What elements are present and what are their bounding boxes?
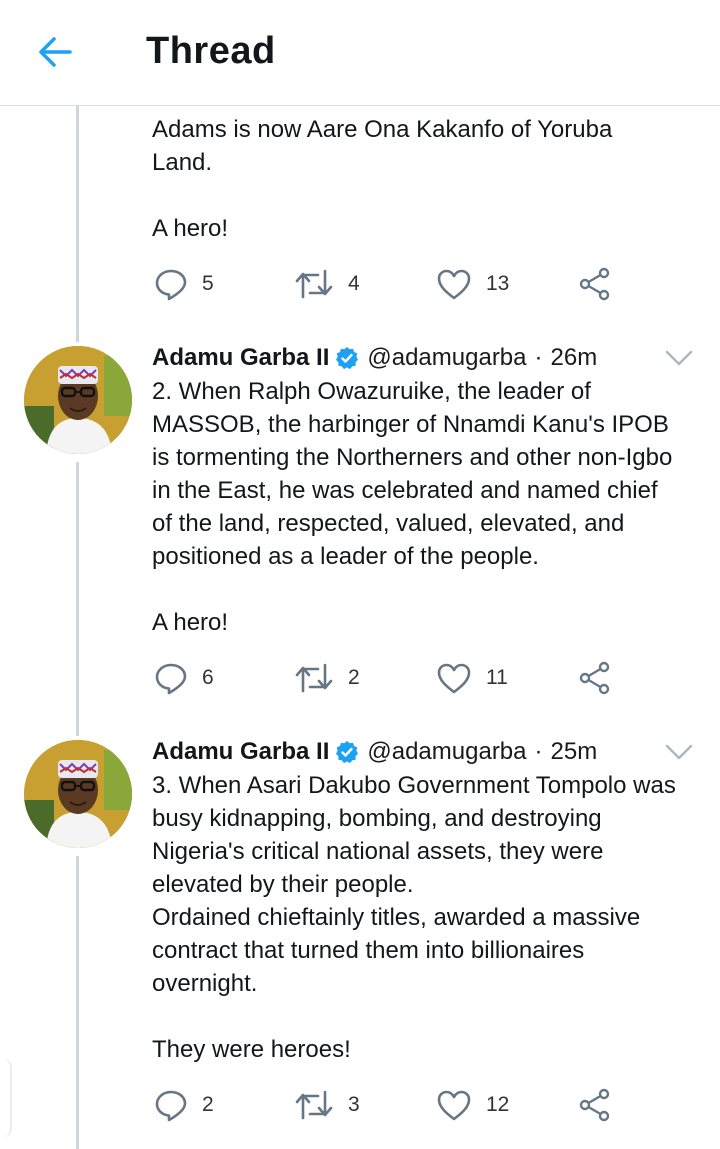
timestamp[interactable]: 26m bbox=[551, 344, 598, 372]
like-count: 13 bbox=[486, 272, 510, 295]
tweet-actions: 5 4 13 bbox=[152, 264, 672, 304]
heart-icon bbox=[437, 269, 471, 300]
retweet-count: 2 bbox=[348, 666, 360, 689]
share-icon bbox=[579, 267, 610, 301]
reply-bubble-icon bbox=[155, 1090, 187, 1122]
tweet-actions: 6 2 11 bbox=[152, 658, 672, 698]
tweet-text: Adams is now Aare Ona Kakanfo of Yoruba … bbox=[152, 116, 613, 242]
like-count: 12 bbox=[486, 1093, 510, 1116]
chevron-down-icon[interactable] bbox=[664, 348, 694, 368]
retweet-icon bbox=[295, 663, 333, 693]
thread-connector bbox=[76, 106, 79, 342]
share-icon bbox=[579, 661, 610, 695]
like-button[interactable]: 13 bbox=[436, 264, 509, 304]
share-icon bbox=[579, 1088, 610, 1122]
separator: · bbox=[534, 344, 543, 371]
reply-count: 6 bbox=[202, 666, 214, 689]
thread-connector bbox=[76, 856, 79, 1149]
retweet-button[interactable]: 3 bbox=[294, 1085, 360, 1125]
back-button[interactable] bbox=[36, 32, 76, 72]
retweet-button[interactable]: 4 bbox=[294, 264, 360, 304]
arrow-left-icon bbox=[39, 37, 72, 67]
tweet-header: Adamu Garba II @adamugarba · 25m bbox=[152, 735, 707, 769]
retweet-button[interactable]: 2 bbox=[294, 658, 360, 698]
separator: · bbox=[534, 738, 543, 765]
like-button[interactable]: 12 bbox=[436, 1085, 509, 1125]
timestamp[interactable]: 25m bbox=[551, 738, 598, 766]
author-handle[interactable]: @adamugarba bbox=[367, 738, 526, 766]
avatar-image bbox=[24, 740, 132, 848]
retweet-count: 3 bbox=[348, 1093, 360, 1116]
verified-badge-icon bbox=[336, 347, 359, 370]
retweet-icon bbox=[295, 1090, 333, 1120]
tweet-actions: 2 3 12 bbox=[152, 1085, 672, 1125]
avatar-image bbox=[24, 346, 132, 454]
tweet-text: 3. When Asari Dakubo Government Tompolo … bbox=[152, 772, 676, 1063]
verified-badge-icon bbox=[336, 741, 359, 764]
reply-button[interactable]: 2 bbox=[154, 1085, 214, 1125]
avatar[interactable] bbox=[24, 740, 132, 848]
reply-bubble-icon bbox=[155, 269, 187, 301]
author-handle[interactable]: @adamugarba bbox=[367, 344, 526, 372]
tweet-text: 2. When Ralph Owazuruike, the leader of … bbox=[152, 378, 673, 636]
share-button[interactable] bbox=[578, 658, 612, 698]
page-title: Thread bbox=[146, 30, 276, 72]
reply-button[interactable]: 5 bbox=[154, 264, 214, 304]
retweet-count: 4 bbox=[348, 272, 360, 295]
author-name[interactable]: Adamu Garba II bbox=[152, 344, 329, 372]
app-header: Thread bbox=[0, 0, 720, 106]
thread-connector bbox=[76, 462, 79, 736]
reply-count: 2 bbox=[202, 1093, 214, 1116]
heart-icon bbox=[437, 663, 471, 694]
retweet-icon bbox=[295, 269, 333, 299]
author-name[interactable]: Adamu Garba II bbox=[152, 738, 329, 766]
chevron-down-icon[interactable] bbox=[664, 742, 694, 762]
avatar[interactable] bbox=[24, 346, 132, 454]
heart-icon bbox=[437, 1090, 471, 1121]
share-button[interactable] bbox=[578, 1085, 612, 1125]
like-button[interactable]: 11 bbox=[436, 658, 508, 698]
screen-edge-artifact bbox=[0, 1058, 12, 1138]
reply-bubble-icon bbox=[155, 663, 187, 695]
share-button[interactable] bbox=[578, 264, 612, 304]
reply-button[interactable]: 6 bbox=[154, 658, 214, 698]
reply-count: 5 bbox=[202, 272, 214, 295]
tweet-header: Adamu Garba II @adamugarba · 26m bbox=[152, 341, 707, 375]
like-count: 11 bbox=[486, 666, 508, 689]
